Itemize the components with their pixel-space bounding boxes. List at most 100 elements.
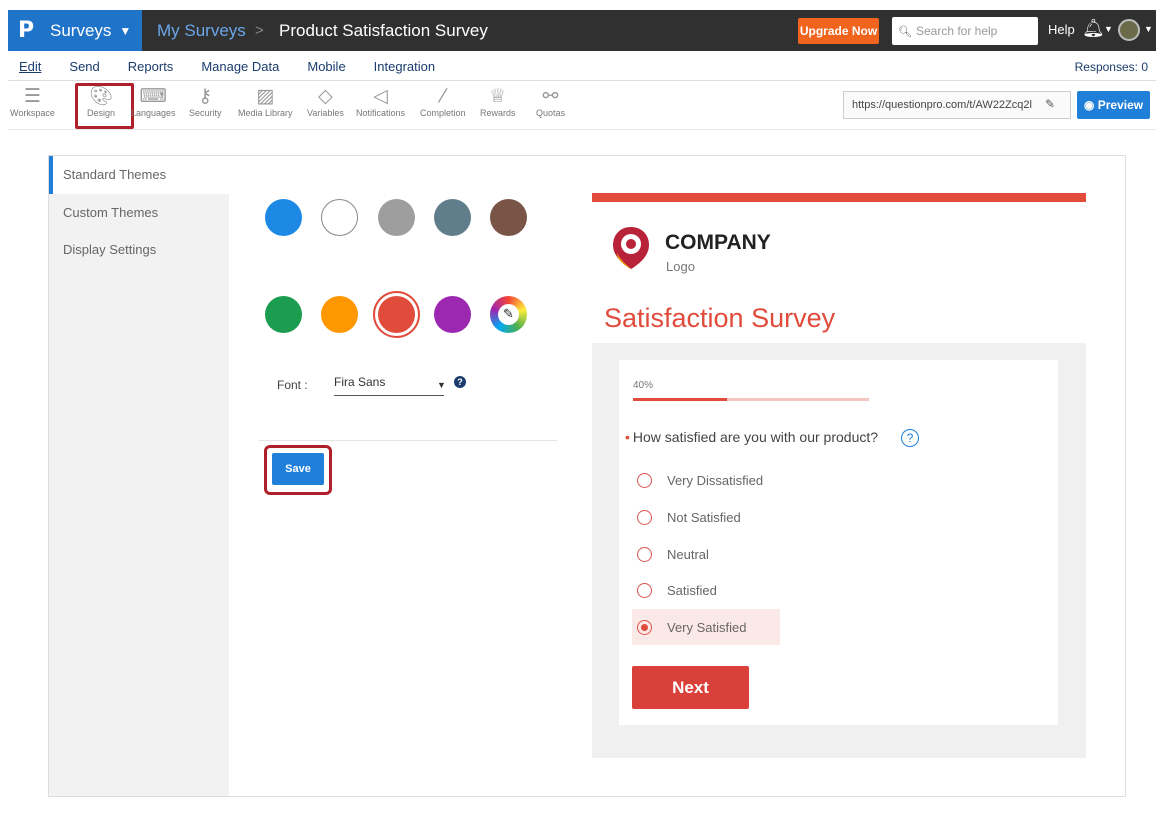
search-icon: 🔍︎ [898, 25, 912, 38]
product-switcher[interactable]: P Surveys ▼ [8, 10, 142, 51]
toolbar-label: Completion [420, 108, 466, 118]
breadcrumb-my-surveys[interactable]: My Surveys [157, 21, 246, 41]
toolbar-notifications[interactable]: ◁ Notifications [356, 84, 405, 118]
search-placeholder: Search for help [915, 24, 998, 38]
key-icon: ⚷ [198, 85, 213, 107]
menu-manage-data[interactable]: Manage Data [201, 59, 279, 74]
save-button[interactable]: Save [272, 453, 324, 485]
progress-fill [633, 398, 728, 401]
bell-icon[interactable]: 🔔︎ [1082, 18, 1105, 39]
survey-preview: COMPANY Logo Satisfaction Survey 40% • Ho… [592, 193, 1086, 758]
radio-button[interactable] [637, 546, 652, 562]
toolbar-rewards[interactable]: ♕ Rewards [480, 84, 516, 118]
workspace-icon: ☰ [23, 85, 41, 107]
option-label: Not Satisfied [667, 509, 741, 525]
divider [259, 440, 557, 441]
help-link[interactable]: Help [1048, 22, 1075, 37]
menu-edit[interactable]: Edit [19, 59, 41, 74]
theme-swatch-white[interactable] [321, 199, 358, 236]
tag-icon: ◇ [318, 85, 333, 107]
question-text: • How satisfied are you with our product? [625, 429, 878, 445]
theme-swatch-blue[interactable] [265, 199, 302, 236]
toolbar-completion[interactable]: ⁄ Completion [420, 84, 466, 118]
preview-body: 40% • How satisfied are you with our prod… [592, 343, 1086, 758]
eyedropper-icon: ✎ [498, 304, 519, 325]
theme-swatch-brown[interactable] [490, 199, 527, 236]
question-help-icon[interactable]: ? [901, 429, 919, 447]
option-label: Neutral [667, 546, 709, 562]
caret-down-icon[interactable]: ▼ [437, 380, 446, 390]
trophy-icon: ♕ [489, 85, 507, 107]
theme-swatch-red[interactable] [378, 296, 415, 333]
theme-swatch-gray[interactable] [378, 199, 415, 236]
sidebar-item-standard-themes[interactable]: Standard Themes [63, 167, 166, 182]
design-sidebar: Standard Themes Custom Themes Display Se… [49, 156, 229, 796]
product-label: Surveys [50, 20, 112, 40]
image-icon: ▨ [256, 85, 275, 107]
radio-button-selected[interactable] [637, 619, 652, 635]
option-satisfied[interactable]: Satisfied [632, 572, 780, 608]
option-not-satisfied[interactable]: Not Satisfied [632, 499, 780, 535]
radio-button[interactable] [637, 509, 652, 525]
toolbar-label: Workspace [10, 108, 55, 118]
menu-integration[interactable]: Integration [374, 59, 435, 74]
breadcrumb-separator: > [255, 22, 264, 39]
survey-title: Satisfaction Survey [604, 303, 836, 333]
toolbar-quotas[interactable]: ⚯ Quotas [536, 84, 565, 118]
sidebar-item-display-settings[interactable]: Display Settings [63, 242, 156, 257]
pencil-icon[interactable]: ✎ [1045, 97, 1055, 111]
caret-down-icon[interactable]: ▼ [1144, 24, 1153, 34]
wand-icon: ⁄ [441, 85, 445, 107]
option-label: Very Dissatisfied [667, 472, 764, 488]
edit-toolbar: ☰ Workspace 🎨︎ Design ⌨ Languages ⚷ Secu… [8, 82, 1156, 130]
menu-mobile[interactable]: Mobile [307, 59, 345, 74]
theme-swatch-green[interactable] [265, 296, 302, 333]
option-neutral[interactable]: Neutral [632, 536, 780, 572]
theme-swatch-slate[interactable] [434, 199, 471, 236]
logo-company-text: COMPANY [665, 231, 771, 254]
toolbar-workspace[interactable]: ☰ Workspace [10, 84, 55, 118]
question-card: 40% • How satisfied are you with our prod… [619, 360, 1058, 725]
progress-text: 40% [633, 380, 654, 391]
eye-icon: ◉ [1083, 98, 1098, 112]
survey-menu-bar: Edit Send Reports Manage Data Mobile Int… [8, 53, 1156, 81]
toolbar-variables[interactable]: ◇ Variables [307, 84, 344, 118]
option-label: Very Satisfied [667, 619, 747, 635]
toolbar-languages[interactable]: ⌨ Languages [131, 84, 176, 118]
toolbar-label: Media Library [238, 108, 293, 118]
theme-swatch-orange[interactable] [321, 296, 358, 333]
preview-accent-bar [592, 193, 1086, 202]
menu-reports[interactable]: Reports [128, 59, 174, 74]
radio-button[interactable] [637, 472, 652, 488]
top-navigation-bar: P Surveys ▼ My Surveys > Product Satisfa… [8, 10, 1156, 51]
option-very-satisfied[interactable]: Very Satisfied [632, 609, 780, 645]
help-icon[interactable]: ? [454, 376, 466, 388]
responses-count[interactable]: Responses: 0 [1075, 60, 1148, 74]
toolbar-security[interactable]: ⚷ Security [189, 84, 222, 118]
preview-button[interactable]: ◉ Preview [1077, 91, 1150, 119]
help-search-input[interactable]: 🔍︎ Search for help [892, 17, 1038, 45]
design-panel: Standard Themes Custom Themes Display Se… [48, 155, 1126, 797]
account-avatar-icon[interactable] [1118, 19, 1140, 41]
option-label: Satisfied [667, 582, 717, 598]
next-button[interactable]: Next [632, 666, 749, 709]
sidebar-item-custom-themes[interactable]: Custom Themes [63, 205, 158, 220]
keyboard-icon: ⌨ [139, 85, 167, 107]
theme-swatch-purple[interactable] [434, 296, 471, 333]
upgrade-now-button[interactable]: Upgrade Now [798, 18, 879, 44]
quota-icon: ⚯ [542, 85, 559, 107]
design-selection-highlight [75, 83, 134, 129]
font-label: Font : [277, 378, 308, 392]
survey-url-field[interactable]: https://questionpro.com/t/AW22Zcq2l [843, 91, 1071, 119]
menu-send[interactable]: Send [69, 59, 99, 74]
preview-label: Preview [1097, 98, 1144, 112]
font-select[interactable]: Fira Sans [334, 375, 444, 396]
caret-down-icon[interactable]: ▼ [1104, 24, 1113, 34]
radio-button[interactable] [637, 582, 652, 598]
option-very-dissatisfied[interactable]: Very Dissatisfied [632, 462, 780, 498]
theme-swatch-custom[interactable]: ✎ [490, 296, 527, 333]
breadcrumb-current-survey: Product Satisfaction Survey [279, 21, 488, 40]
toolbar-media-library[interactable]: ▨ Media Library [238, 84, 293, 118]
logo-subtext: Logo [666, 259, 695, 274]
megaphone-icon: ◁ [373, 85, 388, 107]
